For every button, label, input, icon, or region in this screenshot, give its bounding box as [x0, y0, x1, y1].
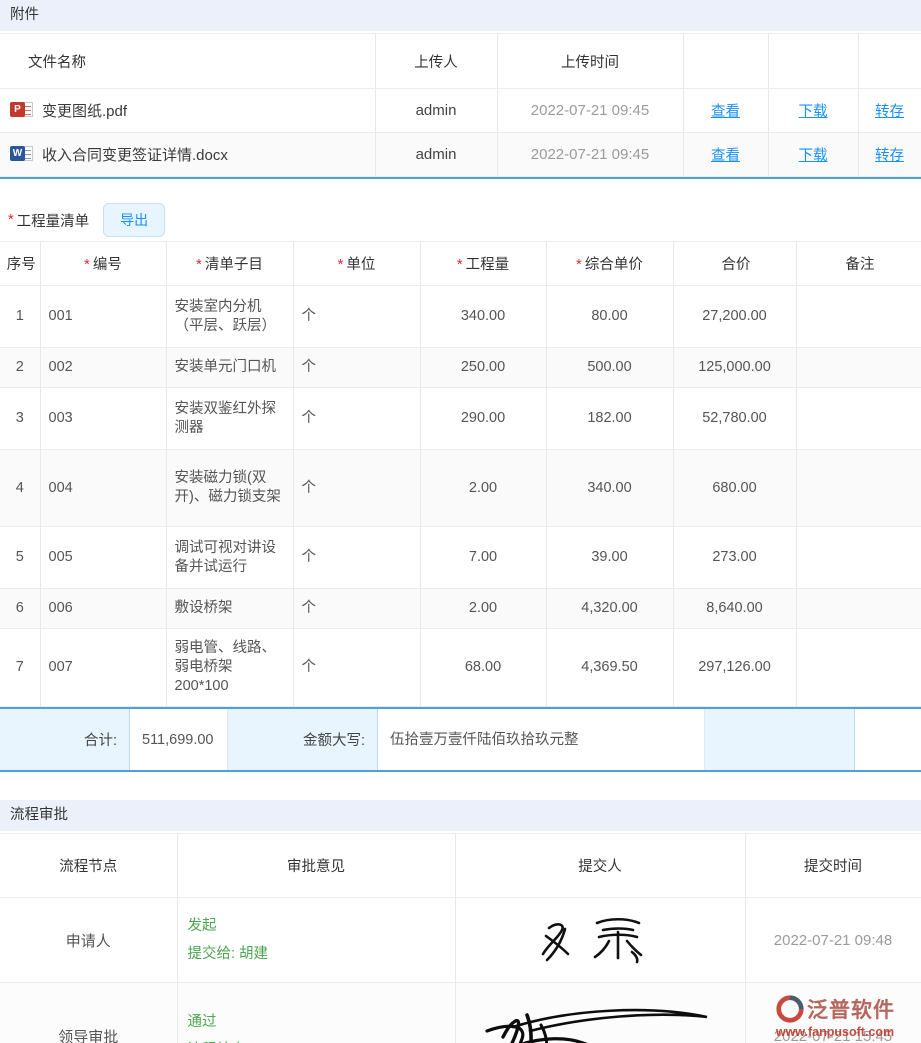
- pdf-file-icon: P: [10, 101, 34, 119]
- boq-section-title: * 工程量清单 导出: [0, 199, 921, 241]
- export-button[interactable]: 导出: [103, 203, 165, 237]
- transfer-link[interactable]: 转存: [875, 104, 904, 120]
- total-label: 合计:: [0, 709, 130, 770]
- approval-table: 流程节点 审批意见 提交人 提交时间 申请人 发起 提交给: 胡建: [0, 833, 921, 1043]
- signature-cell: [455, 898, 745, 983]
- file-name-cell: P 变更图纸.pdf: [0, 89, 375, 133]
- boq-row: 4004 安装磁力锁(双开)、磁力锁支架个 2.00340.00 680.00: [0, 450, 921, 527]
- upload-time-cell: 2022-07-21 09:45: [497, 89, 683, 133]
- attachment-row: W 收入合同变更签证详情.docx admin 2022-07-21 09:45…: [0, 133, 921, 177]
- view-link[interactable]: 查看: [711, 104, 740, 120]
- approval-row: 申请人 发起 提交给: 胡建: [0, 898, 921, 983]
- submit-time-cell: 2022-07-21 15:45: [745, 983, 921, 1043]
- col-header-item: *清单子目: [166, 242, 293, 286]
- uploader-cell: admin: [375, 89, 497, 133]
- total-value: 511,699.00: [130, 709, 228, 770]
- uploader-cell: admin: [375, 133, 497, 177]
- signature-image-hujian: [475, 997, 725, 1043]
- col-header-code: *编号: [40, 242, 166, 286]
- attachments-table: 文件名称 上传人 上传时间 P 变更图纸.pdf admin 2022-07-2…: [0, 33, 921, 177]
- attachments-section-header: 附件: [0, 0, 921, 31]
- col-header-action-3: [858, 34, 921, 89]
- totals-empty-cell: [855, 709, 921, 770]
- transfer-link[interactable]: 转存: [875, 148, 904, 164]
- approval-opinion-cell: 通过 流程结束: [177, 983, 455, 1043]
- col-header-unit: *单位: [293, 242, 420, 286]
- submit-time-cell: 2022-07-21 09:48: [745, 898, 921, 983]
- col-header-submit-time: 提交时间: [745, 834, 921, 898]
- word-file-icon: W: [10, 145, 34, 163]
- col-header-total-price: 合价: [673, 242, 796, 286]
- boq-table: 序号 *编号 *清单子目 *单位 *工程量 *综合单价 合价 备注 1001 安…: [0, 241, 921, 707]
- file-name: 变更图纸.pdf: [42, 103, 127, 120]
- col-header-uploader: 上传人: [375, 34, 497, 89]
- boq-title-label: 工程量清单: [17, 210, 90, 231]
- col-header-unit-price: *综合单价: [546, 242, 673, 286]
- col-header-seq: 序号: [0, 242, 40, 286]
- col-header-action-2: [768, 34, 858, 89]
- col-header-remark: 备注: [796, 242, 921, 286]
- col-header-quantity: *工程量: [420, 242, 546, 286]
- download-link[interactable]: 下载: [799, 104, 828, 120]
- flow-node-cell: 申请人: [0, 898, 177, 983]
- approval-opinion-cell: 发起 提交给: 胡建: [177, 898, 455, 983]
- boq-row: 3003 安装双鉴红外探测器个 290.00182.00 52,780.00: [0, 388, 921, 450]
- col-header-action-1: [683, 34, 768, 89]
- col-header-file-name: 文件名称: [0, 34, 375, 89]
- flow-node-cell: 领导审批: [0, 983, 177, 1043]
- boq-row: 5005 调试可视对讲设备并试运行个 7.0039.00 273.00: [0, 527, 921, 589]
- signature-image-zhanglin: [535, 914, 665, 966]
- boq-row: 1001 安装室内分机（平层、跃层）个 340.0080.00 27,200.0…: [0, 286, 921, 348]
- attachment-row: P 变更图纸.pdf admin 2022-07-21 09:45 查看 下载 …: [0, 89, 921, 133]
- approval-section-header: 流程审批: [0, 800, 921, 831]
- approval-header-row: 流程节点 审批意见 提交人 提交时间: [0, 834, 921, 898]
- signature-cell: [455, 983, 745, 1043]
- col-header-upload-time: 上传时间: [497, 34, 683, 89]
- boq-row: 6006 敷设桥架个 2.004,320.00 8,640.00: [0, 589, 921, 629]
- col-header-approval-opinion: 审批意见: [177, 834, 455, 898]
- totals-empty-cell: [705, 709, 855, 770]
- view-link[interactable]: 查看: [711, 148, 740, 164]
- boq-row: 7007 弱电管、线路、弱电桥架200*100个 68.004,369.50 2…: [0, 629, 921, 707]
- col-header-submitter: 提交人: [455, 834, 745, 898]
- required-asterisk: *: [8, 212, 14, 228]
- boq-row: 2002 安装单元门口机个 250.00500.00 125,000.00: [0, 348, 921, 388]
- boq-header-row: 序号 *编号 *清单子目 *单位 *工程量 *综合单价 合价 备注: [0, 242, 921, 286]
- col-header-flow-node: 流程节点: [0, 834, 177, 898]
- upload-time-cell: 2022-07-21 09:45: [497, 133, 683, 177]
- file-name-cell: W 收入合同变更签证详情.docx: [0, 133, 375, 177]
- download-link[interactable]: 下载: [799, 148, 828, 164]
- amount-caps-value: 伍拾壹万壹仟陆佰玖拾玖元整: [378, 709, 705, 770]
- approval-row: 领导审批 通过 流程结束 2022-07-21 15:45: [0, 983, 921, 1043]
- boq-totals-row: 合计: 511,699.00 金额大写: 伍拾壹万壹仟陆佰玖拾玖元整: [0, 707, 921, 772]
- amount-caps-label: 金额大写:: [228, 709, 378, 770]
- attachments-header-row: 文件名称 上传人 上传时间: [0, 34, 921, 89]
- file-name: 收入合同变更签证详情.docx: [42, 147, 228, 164]
